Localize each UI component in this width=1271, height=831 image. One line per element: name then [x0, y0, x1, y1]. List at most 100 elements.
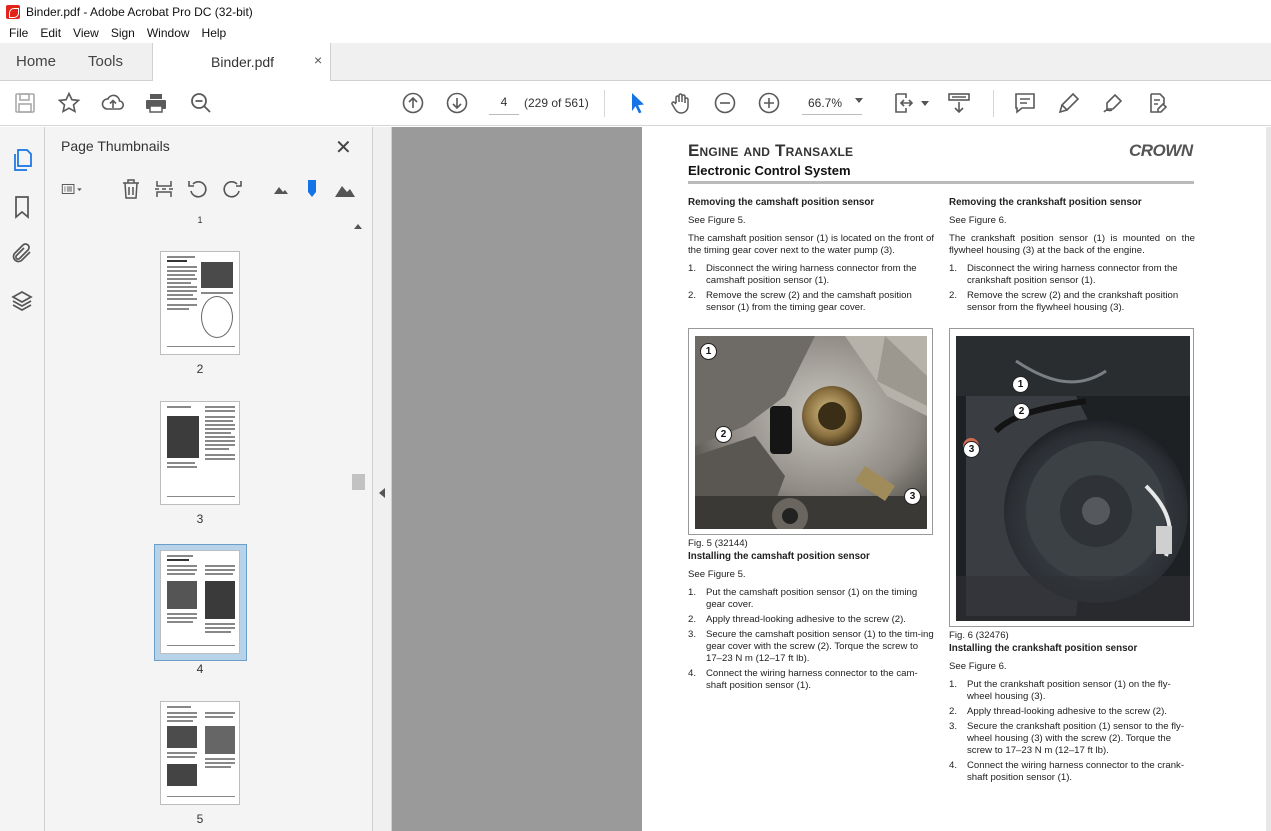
- menu-view[interactable]: View: [67, 26, 105, 40]
- figure-6: 1 2 3: [949, 328, 1194, 627]
- fill-sign-icon[interactable]: [1145, 91, 1169, 115]
- navigation-rail: [0, 127, 45, 831]
- split-pages-icon[interactable]: [153, 178, 175, 200]
- tab-tools[interactable]: Tools: [88, 43, 123, 81]
- share-upload-icon[interactable]: [101, 91, 125, 115]
- page-subheader: Electronic Control System: [688, 163, 851, 178]
- list-item: 4. Connect the wiring harness connector t…: [949, 760, 1185, 783]
- bookmark-star-icon[interactable]: [57, 91, 81, 115]
- page-count-label: (229 of 561): [524, 96, 589, 110]
- zoom-level-field[interactable]: 66.7%: [802, 90, 862, 115]
- list-item: 3. Secure the crankshaft position (1) sen…: [949, 721, 1185, 756]
- collapse-panel-arrow-icon[interactable]: [379, 488, 385, 498]
- figure-reference: See Figure 5.: [688, 569, 746, 580]
- document-tab-label: Binder.pdf: [211, 54, 275, 70]
- thumbnail-size-slider-icon[interactable]: [301, 178, 323, 200]
- delete-pages-icon[interactable]: [120, 178, 142, 200]
- attachments-icon[interactable]: [10, 241, 34, 265]
- sign-icon[interactable]: [1101, 91, 1125, 115]
- menu-edit[interactable]: Edit: [34, 26, 67, 40]
- scroll-up-arrow-icon[interactable]: [354, 224, 362, 229]
- thumbnails-scrollbar[interactable]: [350, 220, 367, 831]
- pdf-page: Engine and Transaxle Electronic Control …: [642, 127, 1266, 831]
- find-icon[interactable]: [189, 91, 213, 115]
- thumbnail-label-partial: 1: [197, 215, 203, 225]
- highlight-icon[interactable]: [1057, 91, 1081, 115]
- list-item: 2. Remove the screw (2) and the camshaft …: [688, 290, 912, 313]
- page-number-input[interactable]: [489, 90, 519, 115]
- panel-collapse-strip[interactable]: [373, 127, 392, 831]
- figure-reference: See Figure 6.: [949, 215, 1007, 226]
- left-column-removal: Removing the camshaft position sensor Se…: [688, 197, 934, 317]
- print-icon[interactable]: [144, 91, 168, 115]
- crankshaft-sensor-photo: [956, 336, 1190, 621]
- paragraph: The crankshaft position sensor (1) is mo…: [949, 233, 1195, 256]
- list-item: 1. Disconnect the wiring harness connecto…: [949, 263, 1178, 286]
- tab-home[interactable]: Home: [16, 43, 56, 81]
- thumbnail-label: 5: [196, 812, 204, 826]
- zoom-dropdown-caret-icon[interactable]: [855, 98, 863, 103]
- page-thumbnails-panel: Page Thumbnails ✕ 1 2 3 4 5: [45, 127, 373, 831]
- thumbnail-page[interactable]: [160, 701, 240, 805]
- menu-sign[interactable]: Sign: [105, 26, 141, 40]
- select-cursor-icon[interactable]: [625, 91, 649, 115]
- toolbar: (229 of 561) 66.7%: [0, 81, 1271, 126]
- close-panel-icon[interactable]: ✕: [335, 135, 352, 160]
- thumbnail-label: 2: [196, 362, 204, 376]
- enlarge-thumbnails-icon[interactable]: [334, 178, 356, 200]
- header-rule: [688, 181, 1194, 184]
- list-item: 1. Disconnect the wiring harness connecto…: [688, 263, 917, 286]
- page-fit-dropdown-icon[interactable]: [913, 91, 929, 115]
- section-heading: Removing the camshaft position sensor: [688, 197, 875, 208]
- crown-logo: CROWN: [1129, 141, 1193, 160]
- list-item: 2. Apply thread-looking adhesive to the s…: [949, 706, 1167, 717]
- zoom-out-icon[interactable]: [713, 91, 737, 115]
- document-view[interactable]: Engine and Transaxle Electronic Control …: [392, 127, 1271, 831]
- previous-page-icon[interactable]: [401, 91, 425, 115]
- menu-help[interactable]: Help: [196, 26, 233, 40]
- figure-reference: See Figure 5.: [688, 215, 746, 226]
- scrollbar-thumb[interactable]: [352, 474, 365, 490]
- tab-bar: Home Tools Binder.pdf ×: [0, 43, 1271, 82]
- toolbar-divider: [604, 90, 605, 117]
- rotate-clockwise-icon[interactable]: [221, 178, 243, 200]
- callout-1: 1: [1012, 376, 1029, 393]
- layers-icon[interactable]: [10, 289, 34, 313]
- list-item: 3. Secure the camshaft position sensor (1…: [688, 629, 934, 664]
- options-menu-icon[interactable]: [61, 178, 95, 200]
- rotate-counterclockwise-icon[interactable]: [187, 178, 209, 200]
- thumbnail-label: 4: [196, 662, 204, 676]
- menu-file[interactable]: File: [3, 26, 34, 40]
- thumbnail-page[interactable]: [160, 401, 240, 505]
- save-icon[interactable]: [13, 91, 37, 115]
- next-page-icon[interactable]: [445, 91, 469, 115]
- tab-document[interactable]: Binder.pdf ×: [152, 43, 331, 82]
- left-column-installation: Installing the camshaft position sensor …: [688, 551, 934, 695]
- thumbnail-page-selected[interactable]: [160, 550, 240, 654]
- paragraph: The camshaft position sensor (1) is loca…: [688, 233, 934, 256]
- callout-3: 3: [963, 441, 980, 458]
- comment-icon[interactable]: [1013, 91, 1037, 115]
- window-title: Binder.pdf - Adobe Acrobat Pro DC (32-bi…: [26, 4, 253, 19]
- title-bar: Binder.pdf - Adobe Acrobat Pro DC (32-bi…: [0, 0, 1271, 23]
- scroll-mode-icon[interactable]: [947, 91, 971, 115]
- acrobat-app-icon: [6, 4, 20, 19]
- section-heading: Removing the crankshaft position sensor: [949, 197, 1142, 208]
- figure-caption: Fig. 6 (32476): [949, 630, 1009, 641]
- zoom-in-icon[interactable]: [757, 91, 781, 115]
- document-scrollbar[interactable]: [1266, 127, 1271, 831]
- panel-title: Page Thumbnails: [61, 138, 170, 154]
- menu-window[interactable]: Window: [141, 26, 196, 40]
- bookmarks-icon[interactable]: [10, 195, 34, 219]
- reduce-thumbnails-icon[interactable]: [270, 178, 292, 200]
- hand-icon[interactable]: [669, 91, 693, 115]
- page-thumbnails-icon[interactable]: [10, 148, 34, 172]
- right-column-installation: Installing the crankshaft position senso…: [949, 643, 1195, 787]
- thumbnail-page[interactable]: [160, 251, 240, 355]
- list-item: 2. Apply thread-looking adhesive to the s…: [688, 614, 906, 625]
- close-tab-icon[interactable]: ×: [314, 52, 322, 68]
- list-item: 4. Connect the wiring harness connector t…: [688, 668, 918, 691]
- menu-bar: File Edit View Sign Window Help: [0, 23, 1271, 43]
- section-heading: Installing the camshaft position sensor: [688, 551, 870, 562]
- section-heading: Installing the crankshaft position senso…: [949, 643, 1138, 654]
